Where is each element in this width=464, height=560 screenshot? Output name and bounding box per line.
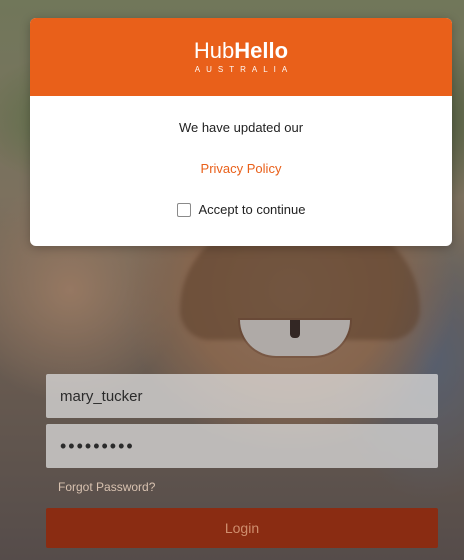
accept-checkbox[interactable] <box>176 202 191 217</box>
username-field[interactable]: mary_tucker <box>46 374 438 418</box>
privacy-modal: HubHello AUSTRALIA We have updated our P… <box>30 18 452 246</box>
privacy-policy-link[interactable]: Privacy Policy <box>201 161 282 176</box>
brand-logo-light: Hub <box>193 38 235 63</box>
login-button[interactable]: Login <box>46 508 438 548</box>
update-message: We have updated our <box>178 120 304 135</box>
modal-header: HubHello AUSTRALIA <box>30 18 452 96</box>
modal-body: We have updated our Privacy Policy Accep… <box>30 96 452 217</box>
forgot-password-link[interactable]: Forgot Password? <box>58 480 155 494</box>
password-field[interactable]: ••••••••• <box>46 424 438 468</box>
brand-logo-bold: Hello <box>234 38 289 63</box>
accept-row[interactable]: Accept to continue <box>30 202 452 217</box>
brand-subtitle: AUSTRALIA <box>194 65 294 74</box>
accept-label: Accept to continue <box>198 202 306 217</box>
brand-logo: HubHello <box>194 40 288 62</box>
